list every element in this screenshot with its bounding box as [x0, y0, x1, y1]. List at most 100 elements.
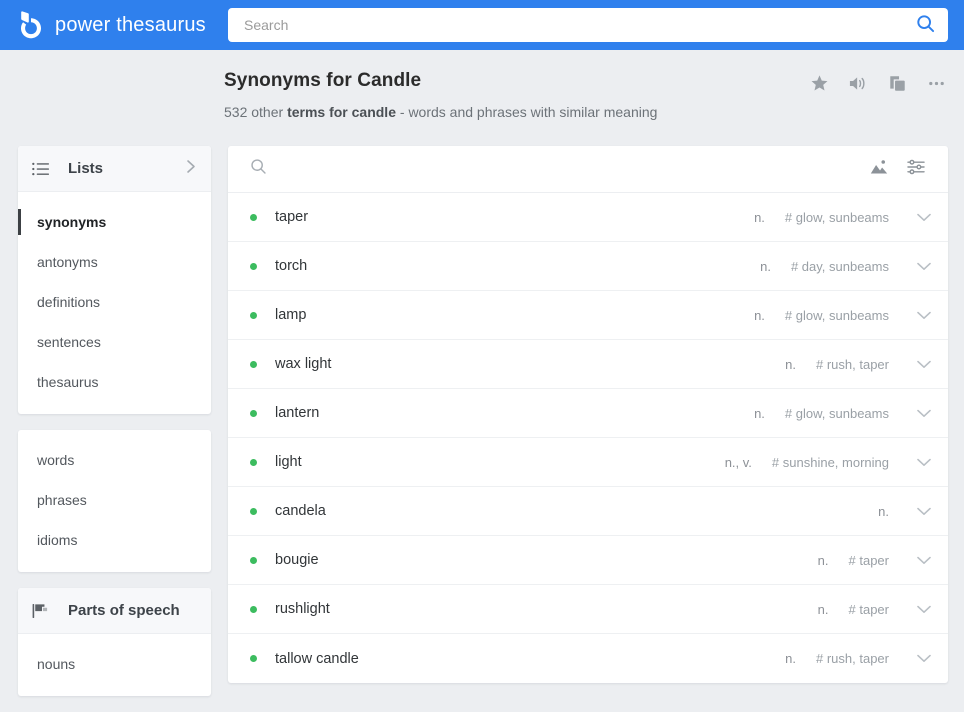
- expand-row-button[interactable]: [905, 654, 931, 663]
- lists-card-title: Lists: [68, 160, 104, 177]
- expand-row-button[interactable]: [905, 458, 931, 467]
- global-search-box[interactable]: [228, 8, 948, 42]
- part-of-speech-label: n.: [878, 503, 889, 519]
- ellipsis-icon: [927, 74, 946, 98]
- term-status-dot-icon: [250, 507, 257, 515]
- sidebar-item-antonyms[interactable]: antonyms: [18, 242, 211, 282]
- term-label: bougie: [275, 552, 319, 568]
- term-tags-label[interactable]: # taper: [849, 553, 889, 568]
- subtitle-strong-link[interactable]: terms for candle: [287, 104, 396, 120]
- lists-card: Lists synonyms antonyms definitions sent…: [18, 146, 211, 414]
- table-row[interactable]: light n., v. # sunshine, morning: [228, 438, 948, 487]
- brand-logo-link[interactable]: power thesaurus: [18, 11, 206, 39]
- favorite-star-button[interactable]: [805, 72, 833, 100]
- expand-row-button[interactable]: [905, 605, 931, 614]
- sidebar-item-thesaurus[interactable]: thesaurus: [18, 362, 211, 402]
- expand-row-button[interactable]: [905, 556, 931, 565]
- expand-row-button[interactable]: [905, 213, 931, 222]
- sidebar-item-label: phrases: [37, 492, 87, 508]
- table-row[interactable]: tallow candle n. # rush, taper: [228, 634, 948, 683]
- chevron-right-icon[interactable]: [186, 159, 197, 179]
- pronounce-button[interactable]: [844, 72, 872, 100]
- part-of-speech-label: n.: [817, 601, 829, 617]
- sidebar-item-nouns[interactable]: nouns: [18, 644, 211, 684]
- term-label: rushlight: [275, 601, 330, 617]
- term-status-dot-icon: [250, 605, 257, 613]
- results-filter-bar: [228, 146, 948, 193]
- results-panel: taper n. # glow, sunbeams torch n. # day…: [228, 146, 948, 683]
- sidebar-item-label: idioms: [37, 532, 78, 548]
- term-tags-label[interactable]: # day, sunbeams: [791, 259, 889, 274]
- term-status-dot-icon: [250, 360, 257, 368]
- copy-icon: [888, 74, 907, 98]
- page-title-block: Synonyms for Candle 532 other terms for …: [224, 70, 824, 120]
- sidebar: Lists synonyms antonyms definitions sent…: [18, 146, 211, 712]
- sidebar-item-words[interactable]: words: [18, 440, 211, 480]
- term-label: lantern: [275, 405, 320, 421]
- term-status-dot-icon: [250, 556, 257, 564]
- star-icon: [810, 74, 829, 98]
- expand-row-button[interactable]: [905, 262, 931, 271]
- table-row[interactable]: lamp n. # glow, sunbeams: [228, 291, 948, 340]
- sidebar-item-definitions[interactable]: definitions: [18, 282, 211, 322]
- term-label: wax light: [275, 356, 332, 372]
- term-status-dot-icon: [250, 409, 257, 417]
- search-submit-button[interactable]: [902, 8, 948, 42]
- page-action-icons: [805, 72, 950, 100]
- part-of-speech-label: n.: [817, 552, 829, 568]
- term-label: taper: [275, 209, 309, 225]
- term-tags-label[interactable]: # rush, taper: [816, 357, 889, 372]
- filter-settings-button[interactable]: [901, 154, 931, 184]
- term-status-dot-icon: [250, 262, 257, 270]
- expand-row-button[interactable]: [905, 409, 931, 418]
- list-icon: [32, 162, 54, 176]
- term-label: light: [275, 454, 302, 470]
- copy-button[interactable]: [883, 72, 911, 100]
- parts-of-speech-card-title: Parts of speech: [68, 602, 180, 619]
- term-tags-label[interactable]: # glow, sunbeams: [785, 308, 889, 323]
- search-icon: [916, 14, 935, 36]
- more-options-button[interactable]: [922, 72, 950, 100]
- sidebar-item-label: nouns: [37, 656, 76, 672]
- lists-card-header[interactable]: Lists: [18, 146, 211, 192]
- term-types-card: words phrases idioms: [18, 430, 211, 572]
- show-images-button[interactable]: [864, 154, 894, 184]
- expand-row-button[interactable]: [905, 507, 931, 516]
- parts-of-speech-card-header[interactable]: Parts of speech: [18, 588, 211, 634]
- sidebar-item-synonyms[interactable]: synonyms: [18, 202, 211, 242]
- sidebar-item-idioms[interactable]: idioms: [18, 520, 211, 560]
- search-input[interactable]: [244, 9, 902, 41]
- table-row[interactable]: rushlight n. # taper: [228, 585, 948, 634]
- table-row[interactable]: torch n. # day, sunbeams: [228, 242, 948, 291]
- expand-row-button[interactable]: [905, 360, 931, 369]
- part-of-speech-label: n.: [785, 356, 796, 372]
- term-tags-label[interactable]: # rush, taper: [816, 651, 889, 666]
- brand-name-label: power thesaurus: [55, 13, 206, 36]
- term-tags-label[interactable]: # taper: [849, 602, 889, 617]
- sidebar-item-phrases[interactable]: phrases: [18, 480, 211, 520]
- results-search-button[interactable]: [243, 154, 273, 184]
- sidebar-item-sentences[interactable]: sentences: [18, 322, 211, 362]
- sidebar-item-label: sentences: [37, 334, 101, 350]
- parts-of-speech-card-body: nouns: [18, 634, 211, 696]
- term-status-dot-icon: [250, 458, 257, 466]
- part-of-speech-label: n., v.: [724, 454, 752, 470]
- search-icon: [250, 158, 267, 180]
- term-tags-label[interactable]: # glow, sunbeams: [785, 406, 889, 421]
- table-row[interactable]: candela n.: [228, 487, 948, 536]
- table-row[interactable]: taper n. # glow, sunbeams: [228, 193, 948, 242]
- top-header-bar: power thesaurus: [0, 0, 964, 50]
- term-label: torch: [275, 258, 308, 274]
- table-row[interactable]: bougie n. # taper: [228, 536, 948, 585]
- term-tags-label[interactable]: # glow, sunbeams: [785, 210, 889, 225]
- table-row[interactable]: wax light n. # rush, taper: [228, 340, 948, 389]
- table-row[interactable]: lantern n. # glow, sunbeams: [228, 389, 948, 438]
- part-of-speech-label: n.: [754, 209, 765, 225]
- speaker-icon: [848, 74, 868, 98]
- term-label: tallow candle: [275, 650, 359, 667]
- term-types-card-body: words phrases idioms: [18, 430, 211, 572]
- part-of-speech-label: n.: [785, 651, 796, 666]
- expand-row-button[interactable]: [905, 311, 931, 320]
- part-of-speech-label: n.: [754, 307, 765, 323]
- term-tags-label[interactable]: # sunshine, morning: [772, 455, 889, 470]
